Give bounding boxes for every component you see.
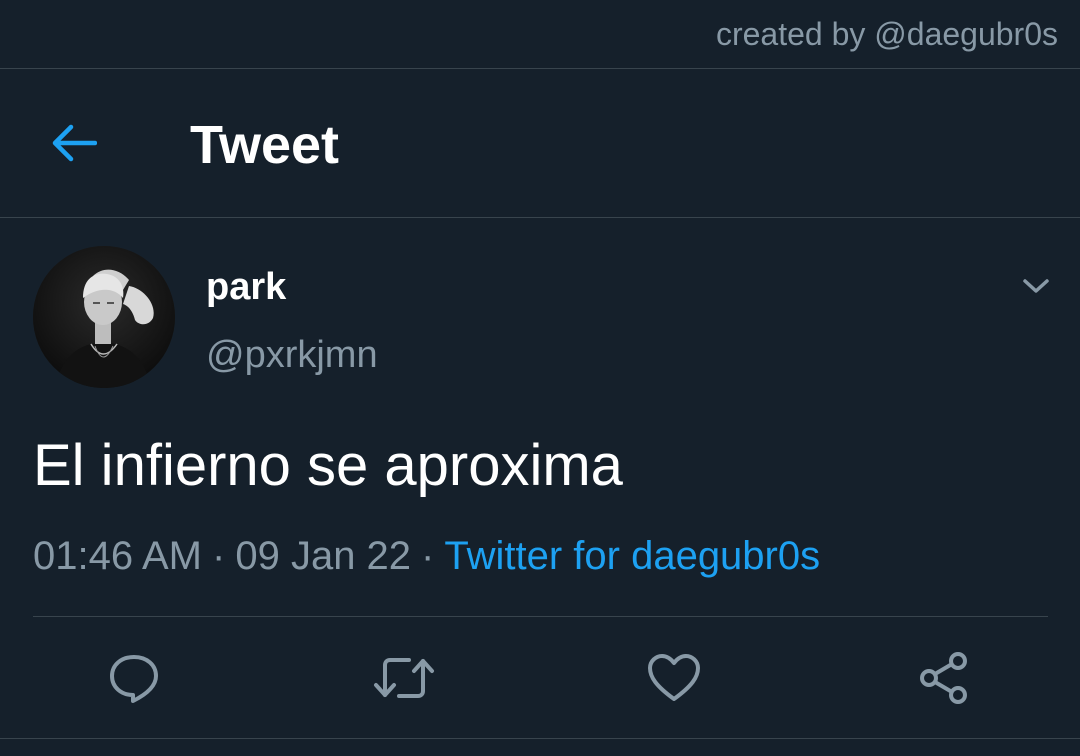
chevron-down-icon	[1023, 279, 1049, 293]
more-options-button[interactable]	[1014, 266, 1058, 306]
reply-button[interactable]	[96, 640, 172, 716]
comment-icon	[110, 655, 158, 703]
page-title: Tweet	[190, 115, 340, 175]
user-handle[interactable]: @pxrkjmn	[206, 334, 378, 377]
tweet-text: El infierno se aproxima	[33, 433, 623, 498]
arrow-left-icon	[52, 124, 97, 162]
tweet-source-link[interactable]: Twitter for daegubr0s	[444, 534, 820, 578]
heart-icon	[648, 654, 700, 701]
header: Tweet	[0, 69, 1080, 218]
tweet-time: 01:46 AM	[33, 534, 203, 578]
retweet-icon	[374, 658, 434, 698]
avatar-photo	[33, 246, 175, 388]
meta-separator: ·	[421, 534, 435, 578]
tweet-meta: 01:46 AM · 09 Jan 22 · Twitter for daegubr0s	[33, 530, 820, 582]
retweet-button[interactable]	[366, 640, 442, 716]
action-bar	[0, 640, 1080, 716]
meta-separator: ·	[212, 534, 226, 578]
tweet-date: 09 Jan 22	[235, 534, 412, 578]
share-icon	[920, 652, 967, 704]
bottom-divider	[0, 738, 1080, 739]
like-button[interactable]	[636, 640, 712, 716]
display-name[interactable]: park	[206, 266, 286, 309]
divider	[33, 616, 1048, 617]
credit-text: created by @daegubr0s	[715, 16, 1058, 52]
credit-bar: created by @daegubr0s	[0, 0, 1080, 69]
back-button[interactable]	[44, 113, 104, 173]
share-button[interactable]	[906, 640, 982, 716]
avatar[interactable]	[33, 246, 175, 388]
